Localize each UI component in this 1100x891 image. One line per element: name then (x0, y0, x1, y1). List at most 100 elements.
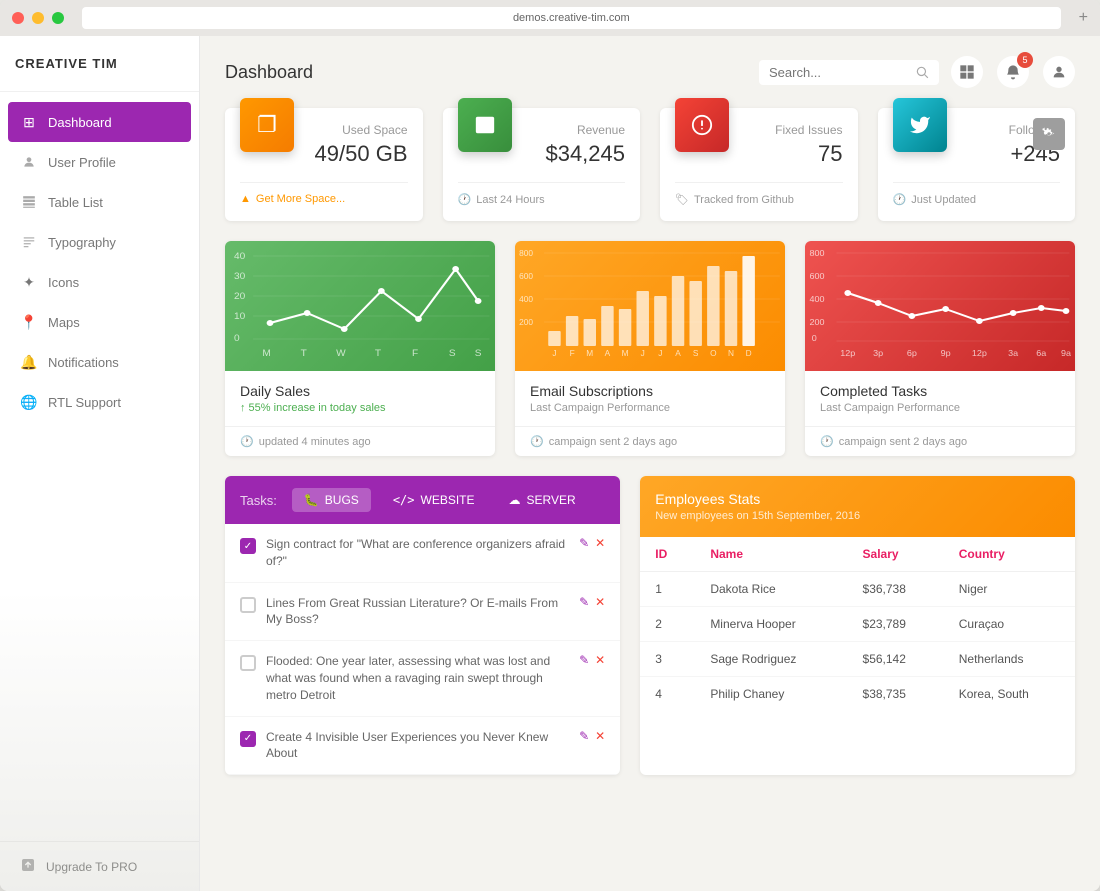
svg-text:9p: 9p (941, 348, 951, 357)
cell-id: 2 (640, 607, 695, 642)
cell-salary: $56,142 (848, 642, 944, 677)
col-salary: Salary (848, 537, 944, 572)
task-delete-button-3[interactable]: ✕ (595, 653, 605, 667)
footer-text: updated 4 minutes ago (259, 436, 371, 448)
svg-text:J: J (658, 349, 662, 358)
cell-country: Curaçao (944, 607, 1075, 642)
email-subs-info: Email Subscriptions Last Campaign Perfor… (515, 371, 785, 426)
tasks-label: Tasks: (240, 493, 277, 508)
close-dot[interactable] (12, 12, 24, 24)
task-edit-button-4[interactable]: ✎ (579, 729, 589, 743)
tag-icon: 🏷 (675, 193, 689, 206)
new-tab-button[interactable]: + (1079, 9, 1088, 27)
grid-button[interactable] (951, 56, 983, 88)
footer-text: Tracked from Github (694, 194, 794, 206)
task-delete-button-4[interactable]: ✕ (595, 729, 605, 743)
sidebar-item-label: User Profile (48, 155, 116, 170)
bugs-icon: 🐛 (304, 493, 319, 507)
maximize-dot[interactable] (52, 12, 64, 24)
task-checkbox-3[interactable] (240, 655, 256, 671)
task-edit-button-2[interactable]: ✎ (579, 595, 589, 609)
svg-text:10: 10 (234, 311, 245, 321)
tab-website[interactable]: </> WEBSITE (381, 488, 487, 512)
sidebar-item-label: RTL Support (48, 395, 121, 410)
sidebar-item-label: Maps (48, 315, 80, 330)
sidebar-item-dashboard[interactable]: ⊞ Dashboard (8, 102, 191, 142)
cell-id: 3 (640, 642, 695, 677)
warn-icon: ▲ (240, 193, 251, 205)
sidebar-item-maps[interactable]: 📍 Maps (0, 302, 199, 342)
clock-icon: 🕐 (893, 193, 907, 206)
employees-tbody: 1 Dakota Rice $36,738 Niger 2 Minerva Ho… (640, 572, 1075, 712)
sidebar-item-icons[interactable]: ✦ Icons (0, 262, 199, 302)
icons-icon: ✦ (20, 273, 38, 291)
task-checkbox-4[interactable]: ✓ (240, 731, 256, 747)
task-item: ✓ Sign contract for "What are conference… (225, 524, 620, 583)
svg-text:12p: 12p (972, 348, 987, 357)
bell-icon (1005, 64, 1021, 80)
svg-text:6p: 6p (907, 348, 917, 357)
svg-text:400: 400 (519, 295, 533, 304)
svg-text:800: 800 (810, 248, 825, 257)
task-checkbox-1[interactable]: ✓ (240, 538, 256, 554)
svg-text:T: T (301, 348, 307, 358)
employees-table: ID Name Salary Country 1 Dakota Rice $36… (640, 537, 1075, 711)
top-bar: Dashboard 5 (225, 56, 1075, 88)
task-delete-button-2[interactable]: ✕ (595, 595, 605, 609)
minimize-dot[interactable] (32, 12, 44, 24)
followers-footer: 🕐 Just Updated (893, 182, 1061, 206)
sidebar-item-rtl-support[interactable]: 🌐 RTL Support (0, 382, 199, 422)
cell-name: Sage Rodriguez (695, 642, 847, 677)
svg-text:S: S (449, 348, 456, 358)
email-subs-footer: 🕐 campaign sent 2 days ago (515, 426, 785, 456)
chart-card-email-subscriptions: 800 600 400 200 (515, 241, 785, 456)
cell-country: Netherlands (944, 642, 1075, 677)
clock-icon: 🕐 (458, 193, 472, 206)
task-item: ✓ Create 4 Invisible User Experiences yo… (225, 717, 620, 776)
task-delete-button-1[interactable]: ✕ (595, 536, 605, 550)
account-icon (1051, 64, 1067, 80)
svg-text:200: 200 (519, 318, 533, 327)
completed-tasks-info: Completed Tasks Last Campaign Performanc… (805, 371, 1075, 426)
tab-bugs[interactable]: 🐛 BUGS (292, 488, 371, 512)
cell-country: Korea, South (944, 677, 1075, 712)
sidebar-item-label: Typography (48, 235, 116, 250)
clock-icon: 🕐 (530, 435, 544, 448)
col-id: ID (640, 537, 695, 572)
sidebar-item-typography[interactable]: Typography (0, 222, 199, 262)
task-text-4: Create 4 Invisible User Experiences you … (266, 729, 569, 763)
task-item: Lines From Great Russian Literature? Or … (225, 583, 620, 642)
svg-text:9a: 9a (1061, 348, 1071, 357)
user-account-button[interactable] (1043, 56, 1075, 88)
used-space-icon: ❐ (240, 98, 294, 152)
svg-text:F: F (570, 349, 575, 358)
cell-salary: $23,789 (848, 607, 944, 642)
revenue-icon (458, 98, 512, 152)
website-icon: </> (393, 493, 415, 507)
bugs-label: BUGS (325, 493, 359, 507)
sidebar-item-user-profile[interactable]: User Profile (0, 142, 199, 182)
settings-gear[interactable] (1033, 118, 1065, 150)
stats-row: ❐ Used Space 49/50 GB ▲ Get More Space..… (225, 108, 1075, 221)
upgrade-icon (20, 857, 36, 876)
daily-sales-info: Daily Sales ↑ 55% increase in today sale… (225, 371, 495, 426)
daily-sales-chart: 40 30 20 10 0 (225, 241, 495, 371)
completed-tasks-title: Completed Tasks (820, 383, 1060, 399)
search-input[interactable] (769, 65, 909, 80)
fixed-issues-footer: 🏷 Tracked from Github (675, 182, 843, 206)
notifications-button[interactable]: 5 (997, 56, 1029, 88)
task-edit-button-1[interactable]: ✎ (579, 536, 589, 550)
sidebar-item-notifications[interactable]: 🔔 Notifications (0, 342, 199, 382)
svg-text:M: M (262, 348, 270, 358)
task-text-1: Sign contract for "What are conference o… (266, 536, 569, 570)
task-actions-1: ✎ ✕ (579, 536, 605, 550)
upgrade-button[interactable]: Upgrade To PRO (0, 841, 199, 891)
sidebar-item-table-list[interactable]: Table List (0, 182, 199, 222)
tab-server[interactable]: ☁ SERVER (497, 488, 588, 512)
task-edit-button-3[interactable]: ✎ (579, 653, 589, 667)
cell-salary: $38,735 (848, 677, 944, 712)
upgrade-label: Upgrade To PRO (46, 860, 137, 874)
task-checkbox-2[interactable] (240, 597, 256, 613)
url-bar[interactable]: demos.creative-tim.com (82, 7, 1061, 29)
svg-text:M: M (622, 349, 629, 358)
